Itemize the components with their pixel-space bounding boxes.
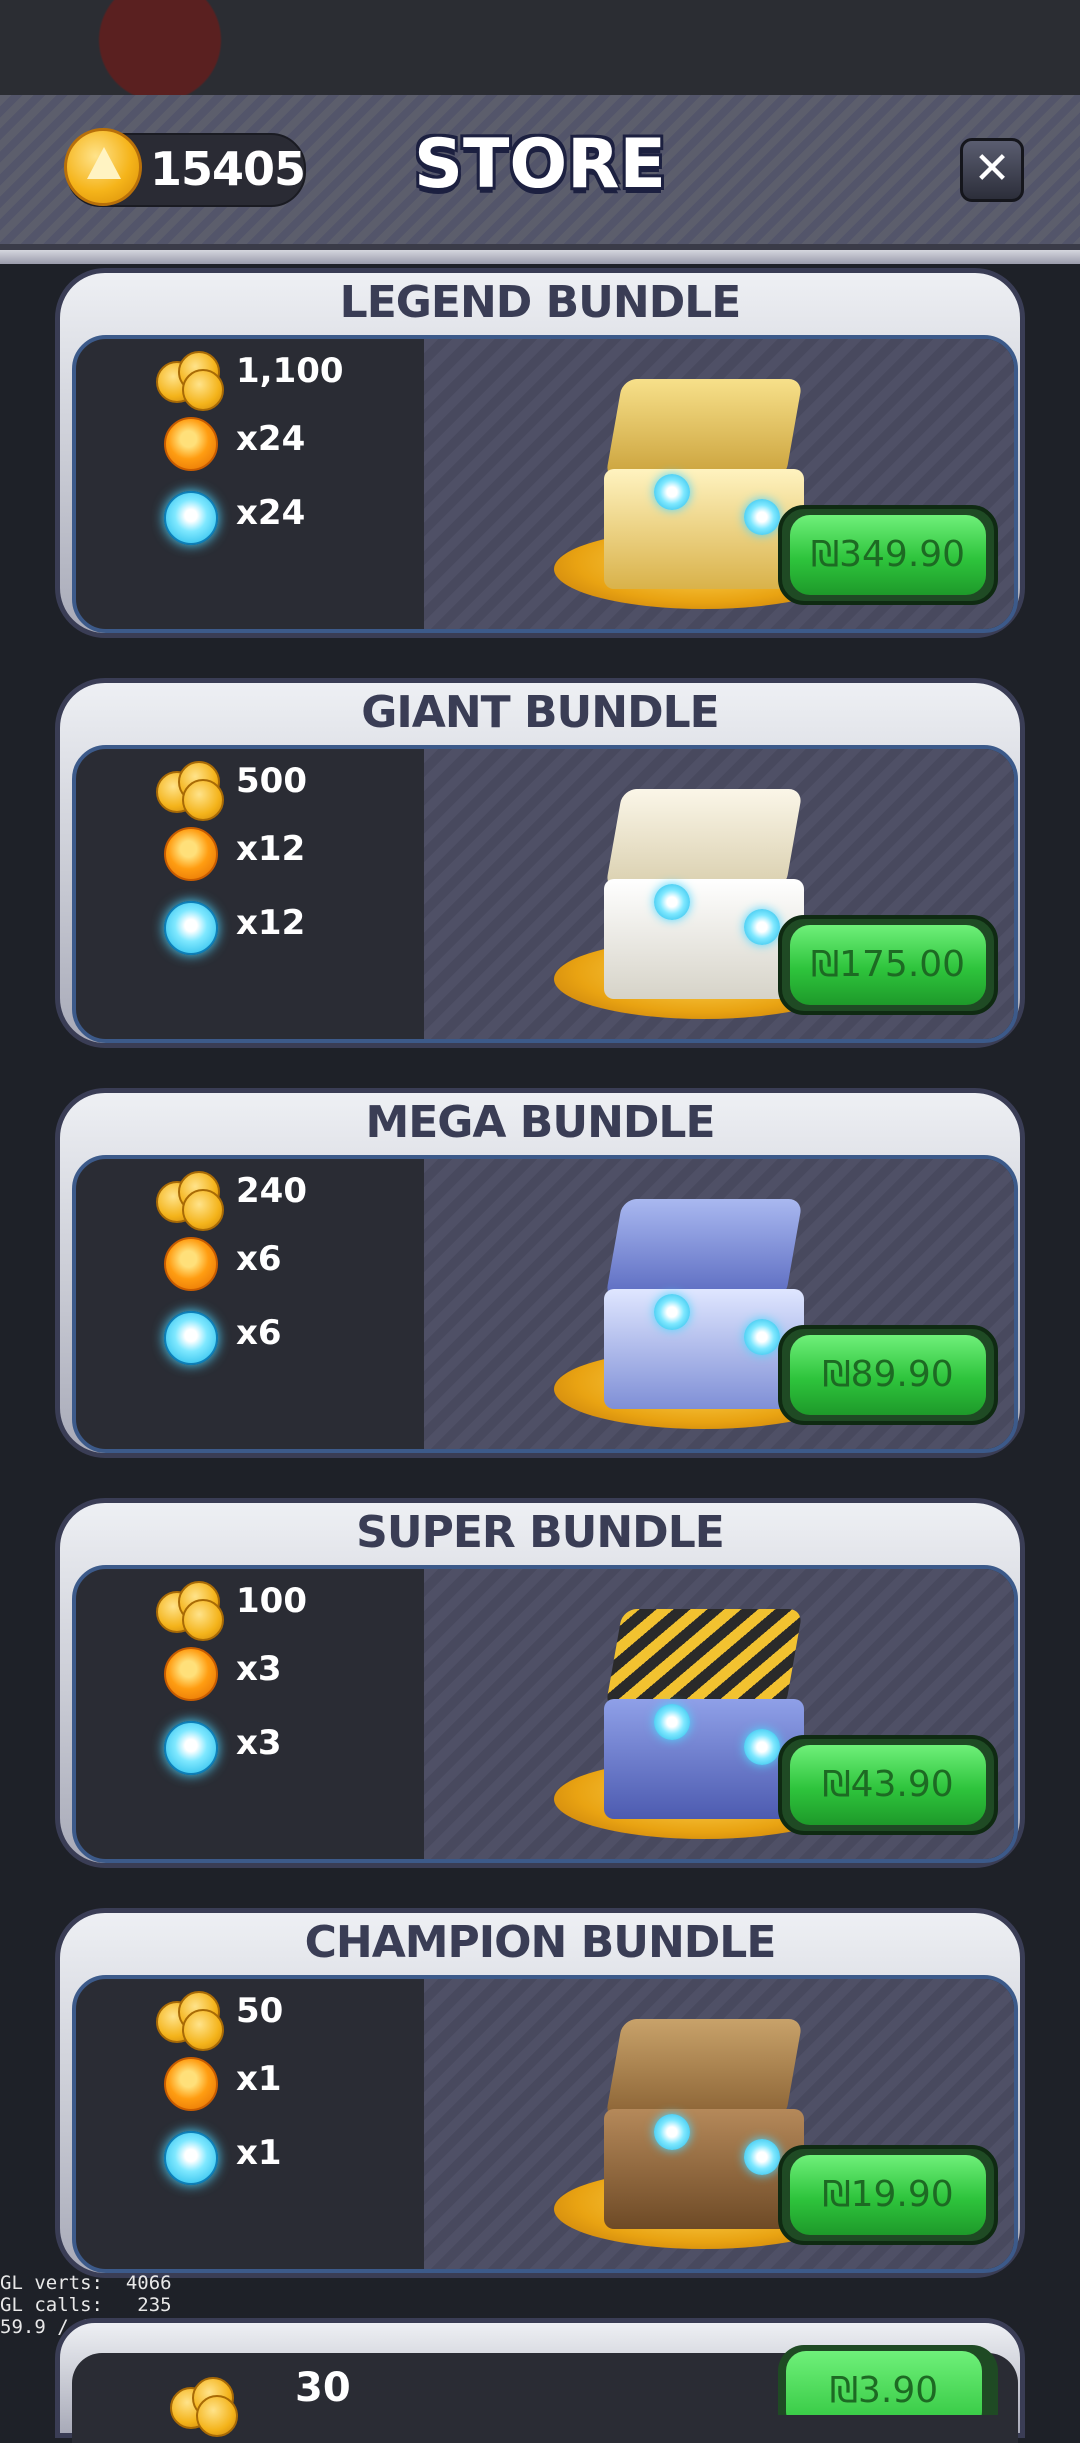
buy-button[interactable]: ₪19.90: [778, 2145, 998, 2245]
blue-gem-icon: [744, 499, 780, 535]
close-icon: ✕: [973, 143, 1011, 194]
bundle-blue-orbs-count: x12: [236, 903, 306, 943]
bundle-title: CHAMPION BUNDLE: [304, 1917, 777, 1968]
price-label: ₪349.90: [790, 515, 986, 595]
bundle-card-partial: 30 ₪3.90: [55, 2318, 1025, 2443]
chest-lid: [605, 379, 803, 479]
gold-orb-icon: [164, 1647, 218, 1701]
buy-button[interactable]: ₪175.00: [778, 915, 998, 1015]
blue-orb-icon: [164, 491, 218, 545]
bundle-blue-orbs-count: x3: [236, 1723, 282, 1763]
bundle-blue-orbs-count: x24: [236, 493, 306, 533]
debug-line: GL verts: 4066: [0, 2272, 172, 2294]
chest-lid: [605, 1609, 803, 1709]
bundle-title: SUPER BUNDLE: [356, 1507, 725, 1558]
bundle-title: GIANT BUNDLE: [361, 687, 719, 738]
blue-orb-icon: [164, 1311, 218, 1365]
page-title: STORE: [414, 125, 666, 204]
bundle-card: SUPER BUNDLE 100 x3 x3 ₪43.90: [55, 1498, 1025, 1868]
coin-stack-icon: [170, 2373, 238, 2437]
bundle-gold-orbs-count: x12: [236, 829, 306, 869]
bundle-gold-orbs-count: x24: [236, 419, 306, 459]
coin-stack-icon: [156, 347, 224, 411]
blue-gem-icon: [654, 1294, 690, 1330]
gold-orb-icon: [164, 417, 218, 471]
bundle-coins-amount: 50: [236, 1991, 284, 2031]
coin-stack-icon: [156, 1167, 224, 1231]
buy-button[interactable]: ₪349.90: [778, 505, 998, 605]
bundle-gold-orbs-count: x6: [236, 1239, 282, 1279]
gold-orb-icon: [164, 827, 218, 881]
chest-lid: [605, 2019, 803, 2119]
bundle-coins-amount: 100: [236, 1581, 307, 1621]
bundle-coins-amount: 240: [236, 1171, 307, 1211]
header-divider: [0, 250, 1080, 264]
gold-orb-icon: [164, 1237, 218, 1291]
buy-button[interactable]: ₪89.90: [778, 1325, 998, 1425]
price-label: ₪175.00: [790, 925, 986, 1005]
blue-gem-icon: [654, 2114, 690, 2150]
coin-stack-icon: [156, 757, 224, 821]
bundle-blue-orbs-count: x1: [236, 2133, 282, 2173]
chest-lid: [605, 1199, 803, 1299]
blue-gem-icon: [654, 884, 690, 920]
gold-orb-icon: [164, 2057, 218, 2111]
buy-button[interactable]: ₪3.90: [778, 2345, 998, 2415]
price-label: ₪43.90: [790, 1745, 986, 1825]
bundle-title: MEGA BUNDLE: [365, 1097, 715, 1148]
bundle-card: GIANT BUNDLE 500 x12 x12 ₪175.00: [55, 678, 1025, 1048]
blue-orb-icon: [164, 901, 218, 955]
blue-gem-icon: [654, 1704, 690, 1740]
bundle-card: LEGEND BUNDLE 1,100 x24 x24 ₪349.90: [55, 268, 1025, 638]
bundle-card: CHAMPION BUNDLE 50 x1 x1 ₪19.90: [55, 1908, 1025, 2278]
debug-line: GL calls: 235: [0, 2294, 172, 2316]
blue-gem-icon: [744, 1729, 780, 1765]
bundle-gold-orbs-count: x3: [236, 1649, 282, 1689]
bundle-title: LEGEND BUNDLE: [339, 277, 742, 328]
bundle-coins-amount: 1,100: [236, 351, 344, 391]
bundle-coins-amount: 500: [236, 761, 307, 801]
blue-orb-icon: [164, 1721, 218, 1775]
bundle-gold-orbs-count: x1: [236, 2059, 282, 2099]
bundle-card: MEGA BUNDLE 240 x6 x6 ₪89.90: [55, 1088, 1025, 1458]
buy-button[interactable]: ₪43.90: [778, 1735, 998, 1835]
close-button[interactable]: ✕: [960, 138, 1024, 202]
blue-gem-icon: [654, 474, 690, 510]
background-top: [0, 0, 1080, 95]
price-label: ₪3.90: [786, 2351, 982, 2415]
blue-gem-icon: [744, 909, 780, 945]
coin-stack-icon: [156, 1987, 224, 2051]
price-label: ₪19.90: [790, 2155, 986, 2235]
bundle-blue-orbs-count: x6: [236, 1313, 282, 1353]
coin-stack-icon: [156, 1577, 224, 1641]
price-label: ₪89.90: [790, 1335, 986, 1415]
chest-lid: [605, 789, 803, 889]
blue-gem-icon: [744, 1319, 780, 1355]
blue-orb-icon: [164, 2131, 218, 2185]
bundle-coins-amount: 30: [295, 2365, 351, 2411]
blue-gem-icon: [744, 2139, 780, 2175]
